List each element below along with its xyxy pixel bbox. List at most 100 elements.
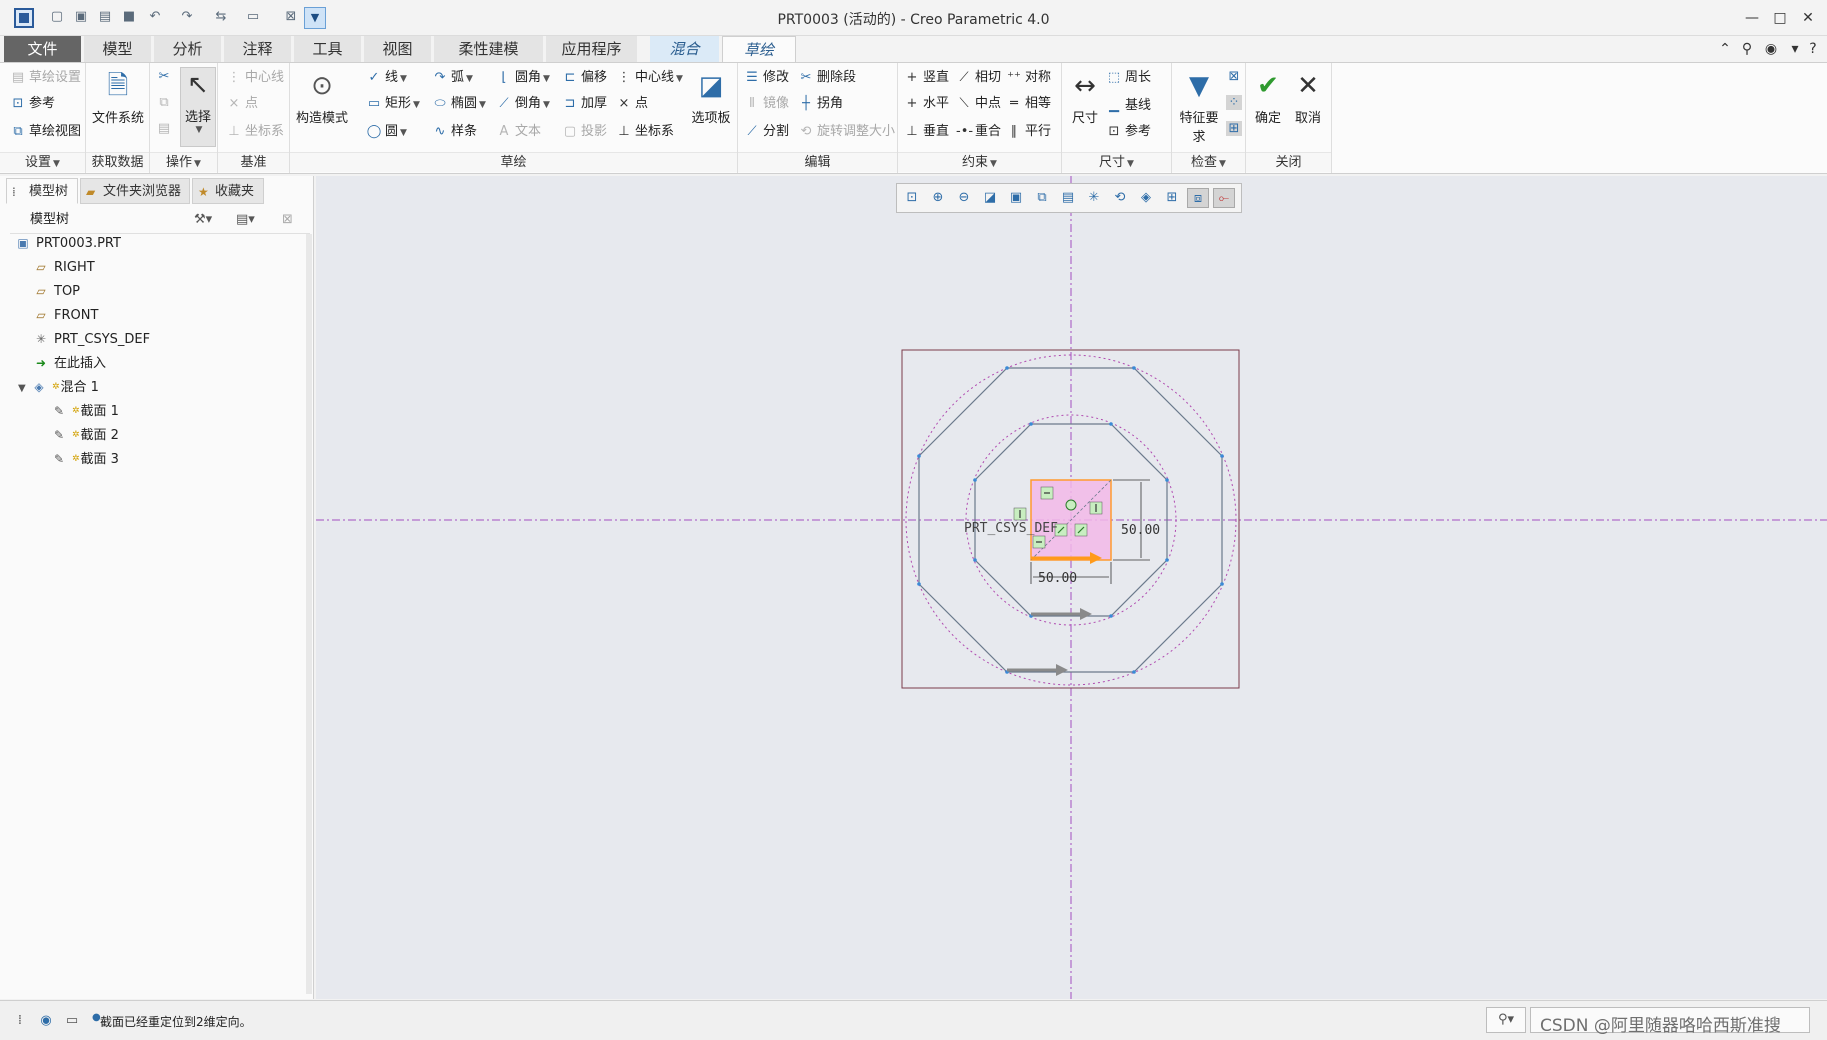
tab-tools[interactable]: 工具 <box>294 36 362 62</box>
fullscreen-icon[interactable]: ▭ <box>62 1011 82 1031</box>
arc-button[interactable]: ↷ 弧 ▼ <box>432 67 473 89</box>
symmetric-constraint-button[interactable]: ⁺⁺ 对称 <box>1006 67 1051 89</box>
tree-item[interactable]: ✎ ✲截面 3 <box>50 448 119 470</box>
feature-requirements-button[interactable]: ▼ 特征要求 <box>1174 69 1224 145</box>
circle-button[interactable]: ◯ 圆 ▼ <box>366 121 407 143</box>
delete-segment-button[interactable]: ✂ 删除段 <box>798 67 856 89</box>
ok-button[interactable]: ✔ 确定 <box>1248 69 1288 126</box>
datum-centerline-button[interactable]: ⋮ 中心线 <box>226 67 285 89</box>
saved-orientations-icon[interactable]: ⧉ <box>1031 188 1053 208</box>
copy-icon[interactable]: ⧉ <box>156 95 172 110</box>
rectangle-button[interactable]: ▭ 矩形 ▼ <box>366 93 420 115</box>
zoom-in-icon[interactable]: ⊕ <box>927 188 949 208</box>
project-button[interactable]: ▢ 投影 <box>562 121 607 143</box>
community-icon[interactable]: ◉ <box>1762 40 1780 58</box>
perpendicular-constraint-button[interactable]: ⊥ 垂直 <box>904 121 949 143</box>
dropdown-icon[interactable]: ▾ <box>1786 40 1804 58</box>
cancel-button[interactable]: ✕ 取消 <box>1288 69 1328 126</box>
view-manager-icon[interactable]: ▤ <box>1057 188 1079 208</box>
overlapping-geometry-icon[interactable]: ⊠ <box>1226 69 1242 84</box>
baseline-button[interactable]: ▁ 基线 <box>1106 95 1151 117</box>
expand-toggle-icon[interactable]: ▼ <box>18 378 30 400</box>
close-icon[interactable]: ✕ <box>1798 8 1818 28</box>
fillet-button[interactable]: ⌊ 圆角 ▼ <box>496 67 549 89</box>
highlight-open-ends-icon[interactable]: ⁘ <box>1226 95 1242 110</box>
horizontal-constraint-button[interactable]: + 水平 <box>904 93 949 115</box>
horizontal-dimension-value[interactable]: 50.00 <box>1038 571 1077 586</box>
cut-icon[interactable]: ✂ <box>156 69 172 84</box>
construction-mode-button[interactable]: ⊙ 构造模式 <box>294 69 350 126</box>
datum-point-button[interactable]: × 点 <box>226 93 258 115</box>
sketcher-display-filters-icon[interactable]: ⧈ <box>1187 188 1209 208</box>
tangent-constraint-button[interactable]: ⟋ 相切 <box>956 67 1001 89</box>
tree-item[interactable]: ▱ RIGHT <box>32 256 94 278</box>
thicken-button[interactable]: ⊐ 加厚 <box>562 93 607 115</box>
tab-sketch[interactable]: 草绘 <box>722 36 796 62</box>
sketch-setup-button[interactable]: ▤ 草绘设置 <box>10 67 81 89</box>
tab-folder-browser[interactable]: ▰ 文件夹浏览器 <box>80 178 190 204</box>
coincident-marker[interactable] <box>1065 499 1077 511</box>
repaint-icon[interactable]: ◪ <box>979 188 1001 208</box>
sketch-view-orient-icon[interactable]: ⊞ <box>1161 188 1183 208</box>
zoom-out-icon[interactable]: ⊖ <box>953 188 975 208</box>
tab-annotate[interactable]: 注释 <box>224 36 292 62</box>
paste-icon[interactable]: ▤ <box>156 121 172 136</box>
parallel-constraint-button[interactable]: ∥ 平行 <box>1006 121 1051 143</box>
sketch-view-button[interactable]: ⧉ 草绘视图 <box>10 121 81 143</box>
coincident-constraint-button[interactable]: -•- 重合 <box>956 121 1001 143</box>
spline-button[interactable]: ∿ 样条 <box>432 121 477 143</box>
selection-filter-button[interactable]: ⚲▾ <box>1486 1007 1526 1033</box>
tab-model-tree[interactable]: ⁞ 模型树 <box>6 178 78 204</box>
palette-button[interactable]: ◪ 选项板 <box>688 69 734 126</box>
point-button[interactable]: × 点 <box>616 93 648 115</box>
reference-dimension-button[interactable]: ⊡ 参考 <box>1106 121 1151 143</box>
group-setup-label[interactable]: 设置 ▼ <box>0 152 85 172</box>
refit-icon[interactable]: ⊡ <box>901 188 923 208</box>
mirror-button[interactable]: ⫴ 镜像 <box>744 93 789 115</box>
spin-center-icon[interactable]: ◈ <box>1135 188 1157 208</box>
group-dimension-label[interactable]: 尺寸 ▼ <box>1062 152 1171 172</box>
tree-item[interactable]: ▱ TOP <box>32 280 80 302</box>
tab-file[interactable]: 文件 <box>4 36 82 62</box>
midpoint-constraint-button[interactable]: ⟍ 中点 <box>956 93 1001 115</box>
tree-item[interactable]: ➜ 在此插入 <box>32 352 106 374</box>
tab-view[interactable]: 视图 <box>364 36 432 62</box>
datum-csys-button[interactable]: ⊥ 坐标系 <box>226 121 284 143</box>
navigator-toggle-icon[interactable]: ⁞ <box>10 1011 30 1031</box>
offset-button[interactable]: ⊏ 偏移 <box>562 67 607 89</box>
rotate-resize-button[interactable]: ⟲ 旋转调整大小 <box>798 121 895 143</box>
modify-button[interactable]: ☰ 修改 <box>744 67 789 89</box>
help-icon[interactable]: ? <box>1804 40 1822 58</box>
annotation-display-icon[interactable]: ⟲ <box>1109 188 1131 208</box>
group-constrain-label[interactable]: 约束 ▼ <box>898 152 1061 172</box>
dimension-button[interactable]: ↔ 尺寸 <box>1064 69 1106 126</box>
minimize-icon[interactable]: — <box>1742 8 1762 28</box>
centerline-button[interactable]: ⋮ 中心线 ▼ <box>616 67 683 89</box>
tree-settings-icon[interactable]: ⚒▾ <box>194 206 212 234</box>
shade-closed-loops-icon[interactable]: ⊞ <box>1226 121 1242 136</box>
file-system-button[interactable]: 🗎 文件系统 <box>90 69 146 126</box>
chamfer-button[interactable]: ⟋ 倒角 ▼ <box>496 93 550 115</box>
tab-applications[interactable]: 应用程序 <box>546 36 638 62</box>
tree-item[interactable]: ✳ PRT_CSYS_DEF <box>32 328 150 350</box>
tree-filters-icon[interactable]: ▤▾ <box>236 206 255 234</box>
select-button[interactable]: ↖ 选择 ▼ <box>180 67 216 147</box>
references-button[interactable]: ⊡ 参考 <box>10 93 55 115</box>
tab-blend[interactable]: 混合 <box>650 36 720 62</box>
vertical-dimension-value[interactable]: 50.00 <box>1121 523 1160 538</box>
dimension-display-icon[interactable]: ⟜ <box>1213 188 1235 208</box>
tab-analysis[interactable]: 分析 <box>154 36 222 62</box>
browser-toggle-icon[interactable]: ◉ <box>36 1011 56 1031</box>
tree-item[interactable]: ✎ ✲截面 2 <box>50 424 119 446</box>
tab-favorites[interactable]: ★ 收藏夹 <box>192 178 264 204</box>
group-inspect-label[interactable]: 检查 ▼ <box>1172 152 1245 172</box>
vertical-constraint-button[interactable]: + 竖直 <box>904 67 949 89</box>
coordinate-system-button[interactable]: ⊥ 坐标系 <box>616 121 674 143</box>
line-button[interactable]: ✓ 线 ▼ <box>366 67 407 89</box>
tree-scrollbar[interactable] <box>306 234 312 994</box>
tree-item[interactable]: ▱ FRONT <box>32 304 98 326</box>
tree-item[interactable]: ▣ PRT0003.PRT <box>14 232 121 254</box>
sketch-canvas[interactable]: PRT_CSYS_DEF 50.00 50.00 <box>316 176 1827 999</box>
display-style-icon[interactable]: ▣ <box>1005 188 1027 208</box>
minimize-ribbon-icon[interactable]: ⌃ <box>1716 40 1734 58</box>
